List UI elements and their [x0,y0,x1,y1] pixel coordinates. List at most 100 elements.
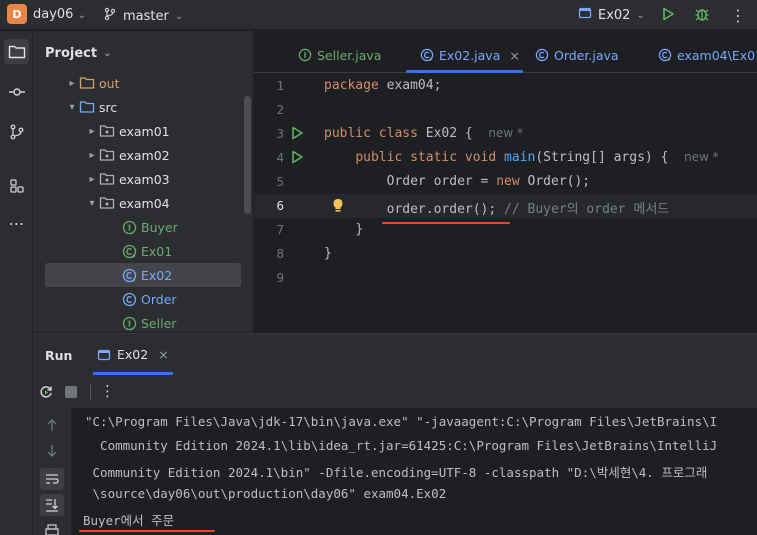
run-toolbar: ⋮ [33,376,757,408]
package-icon [99,147,115,163]
project-selector[interactable]: day06 ⌄ [33,7,86,22]
tree-item-out[interactable]: ▸ out [45,71,241,95]
run-panel-title: Run [45,348,73,363]
tree-item-order[interactable]: Order [45,287,241,311]
code-text: Order order = [386,174,497,189]
annotation-underline [79,530,215,532]
folder-icon [8,45,25,58]
more-actions-icon[interactable]: ⋮ [730,6,746,25]
tree-item-exam03[interactable]: ▸ exam03 [45,167,241,191]
editor-tab-bar: Seller.java Ex02.java × Order.java exam0… [254,31,757,73]
project-tool-button[interactable] [4,39,29,64]
tree-item-exam02[interactable]: ▸ exam02 [45,143,241,167]
keyword: new [496,174,520,189]
soft-wrap-icon[interactable] [40,468,64,490]
chevron-right-icon[interactable]: ▸ [85,174,99,185]
close-icon[interactable]: × [158,347,168,362]
toolbar-divider [90,383,91,401]
commit-icon [8,87,25,96]
tree-item-seller[interactable]: Seller [45,311,241,332]
bug-icon [695,9,709,21]
tab-order-java[interactable]: Order.java [535,44,619,66]
run-main-gutter-icon[interactable] [290,150,304,168]
project-panel-title: Project [45,46,98,61]
tree-item-label: Buyer [141,219,178,235]
tree-item-label: exam03 [119,171,170,187]
run-button[interactable] [660,6,676,26]
chevron-down-icon: ⌄ [77,10,86,21]
inlay-hint[interactable]: new * [684,150,719,164]
tree-item-buyer[interactable]: Buyer [45,215,241,239]
commit-tool-button[interactable] [4,79,29,104]
interface-icon [121,219,137,235]
tree-item-exam04[interactable]: ▾ exam04 [45,191,241,215]
tree-item-exam01[interactable]: ▸ exam01 [45,119,241,143]
code-line-5: Order order = new Order(); [324,174,591,189]
console-line: Community Edition 2024.1\bin" -Dfile.enc… [85,465,708,480]
structure-tool-button[interactable] [4,173,29,198]
chevron-down-icon[interactable]: ▾ [65,102,79,113]
tab-exam04-ex01[interactable]: exam04\Ex01 [658,44,757,66]
console-side-toolbar [33,408,71,535]
tab-ex02-java[interactable]: Ex02.java × [420,44,520,66]
tree-item-src[interactable]: ▾ src [45,95,241,119]
arrow-down-icon[interactable] [40,440,64,462]
tab-label: Seller.java [317,47,382,63]
project-name: day06 [33,7,74,22]
code-line-3: public class Ex02 { new * [324,126,523,141]
inlay-hint[interactable]: new * [488,126,523,140]
title-bar: D day06 ⌄ master ⌄ Ex02 ⌄ ⋮ [0,0,757,30]
tree-item-label: exam02 [119,147,170,163]
code-line-6: order.order(); // Buyer의 order 메서드 [324,198,670,217]
chevron-right-icon[interactable]: ▸ [85,126,99,137]
tree-item-label: exam01 [119,123,170,139]
keyword: public static void [355,150,497,165]
run-class-gutter-icon[interactable] [290,126,304,144]
run-panel-header: Run Ex02 × [33,334,757,376]
console-output[interactable]: "C:\Program Files\Java\jdk-17\bin\java.e… [71,408,757,535]
arrow-up-icon[interactable] [40,414,64,436]
run-panel: Run Ex02 × ⋮ "C:\Program Files\Java\jdk-… [33,333,757,535]
tab-seller-java[interactable]: Seller.java [298,44,381,66]
project-panel-header[interactable]: Project ⌄ [45,46,111,61]
close-icon[interactable]: × [509,48,519,63]
chevron-right-icon[interactable]: ▸ [65,78,79,89]
run-config-selector[interactable]: Ex02 ⌄ [578,6,645,24]
rerun-icon[interactable] [38,384,54,404]
print-icon[interactable] [40,520,64,535]
tree-item-ex01[interactable]: Ex01 [45,239,241,263]
vcs-tool-button[interactable] [4,119,29,144]
active-tab-indicator [93,372,173,375]
code-line-1: package exam04; [324,78,441,93]
project-badge[interactable]: D [7,4,27,24]
code-line-4: public static void main(String[] args) {… [324,150,719,165]
class-icon [121,291,137,307]
source-folder-icon [79,99,95,115]
debug-button[interactable] [694,6,710,26]
code-text: } [355,222,364,237]
code-line-7: } [324,222,363,237]
git-branch-icon [10,124,23,139]
console-line: \source\day06\out\production\day06" exam… [85,486,447,501]
annotation-underline [382,222,510,224]
branch-selector[interactable]: master ⌄ [103,7,183,25]
more-tools-icon[interactable]: ⋯ [4,211,29,236]
code-text: Ex02 { [417,126,473,141]
project-panel-scrollbar[interactable] [244,96,251,214]
scroll-to-end-icon[interactable] [40,494,64,516]
more-actions-icon[interactable]: ⋮ [100,382,115,400]
run-tab-ex02[interactable]: Ex02 × [97,347,169,362]
chevron-down-icon: ⌄ [174,10,184,22]
chevron-right-icon[interactable]: ▸ [85,150,99,161]
line-number: 6 [276,198,284,213]
chevron-down-icon[interactable]: ▾ [85,198,99,209]
run-config-icon [97,349,111,360]
code-text: (String[] args) { [535,150,669,165]
code-editor[interactable]: 1 2 3 4 5 6 7 8 9 package exam04; public… [254,74,757,332]
tree-item-ex02[interactable]: Ex02 [45,263,241,287]
branch-name: master [123,8,169,24]
keyword: package [324,78,379,93]
line-number: 7 [276,222,284,237]
stop-icon[interactable] [65,386,77,398]
package-icon [99,171,115,187]
